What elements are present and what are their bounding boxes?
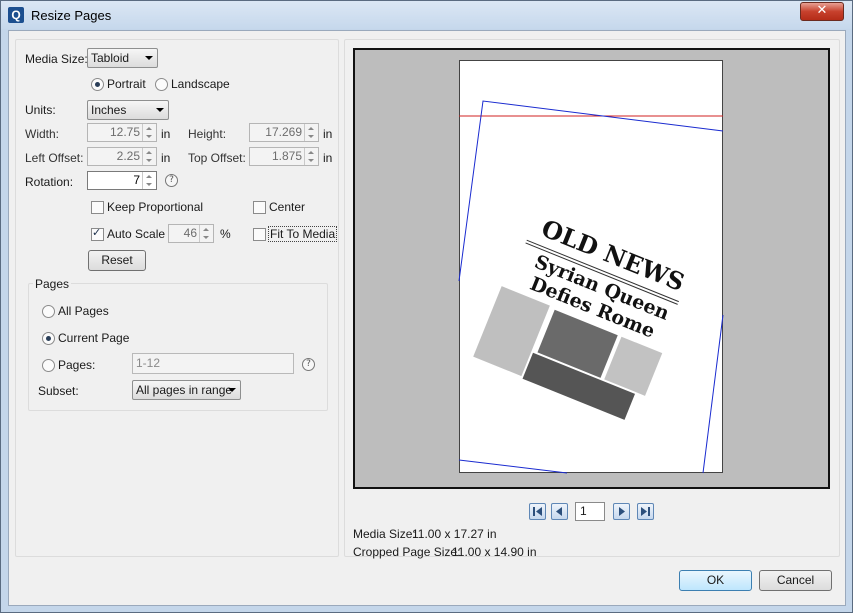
height-label: Height: bbox=[188, 127, 227, 141]
top-offset-spinner[interactable]: 1.875 bbox=[249, 147, 319, 166]
media-size-info-label: Media Size: bbox=[353, 527, 416, 541]
all-pages-label: All Pages bbox=[58, 304, 109, 318]
subset-select[interactable]: All pages in range bbox=[132, 380, 241, 400]
current-page-radio[interactable] bbox=[42, 332, 55, 345]
top-offset-unit: in bbox=[323, 151, 333, 165]
center-checkbox[interactable] bbox=[253, 201, 266, 214]
preview-canvas: OLD NEWS Syrian Queen Defies Rome bbox=[353, 48, 830, 489]
rotation-value: 7 bbox=[133, 173, 140, 187]
top-offset-value: 1.875 bbox=[271, 149, 302, 163]
percent-label: % bbox=[220, 227, 231, 241]
window-title: Resize Pages bbox=[31, 8, 112, 23]
pages-group-label: Pages bbox=[33, 277, 72, 291]
chevron-down-icon bbox=[228, 388, 236, 392]
spinner-arrows-icon[interactable] bbox=[142, 172, 156, 189]
spinner-arrows-icon[interactable] bbox=[142, 124, 156, 141]
pages-range-label: Pages: bbox=[58, 358, 96, 372]
current-page-label: Current Page bbox=[58, 331, 130, 345]
help-icon[interactable]: ? bbox=[165, 174, 178, 187]
left-offset-spinner[interactable]: 2.25 bbox=[87, 147, 157, 166]
fit-to-media-checkbox[interactable] bbox=[253, 228, 266, 241]
resize-pages-dialog: Q Resize Pages ✕ Media Size: Tabloid Por… bbox=[0, 0, 853, 613]
previous-page-icon bbox=[556, 507, 562, 516]
height-value: 17.269 bbox=[265, 125, 302, 139]
cropped-size-value: 11.00 x 14.90 in bbox=[452, 545, 537, 559]
height-unit: in bbox=[323, 127, 333, 141]
left-offset-unit: in bbox=[161, 151, 171, 165]
spinner-arrows-icon[interactable] bbox=[304, 148, 318, 165]
rotation-spinner[interactable]: 7 bbox=[87, 171, 157, 190]
auto-scale-label: Auto Scale bbox=[107, 227, 166, 241]
media-size-info-value: 11.00 x 17.27 in bbox=[412, 527, 497, 541]
first-page-icon bbox=[533, 507, 542, 516]
subset-value: All pages in range bbox=[136, 383, 233, 397]
rotation-label: Rotation: bbox=[25, 175, 74, 189]
top-offset-label: Top Offset: bbox=[188, 151, 246, 165]
preview-overlay: OLD NEWS Syrian Queen Defies Rome bbox=[458, 100, 724, 474]
left-offset-value: 2.25 bbox=[116, 149, 140, 163]
width-spinner[interactable]: 12.75 bbox=[87, 123, 157, 142]
width-value: 12.75 bbox=[109, 125, 140, 139]
auto-scale-value: 46 bbox=[183, 226, 197, 240]
auto-scale-spinner[interactable]: 46 bbox=[168, 224, 214, 243]
ok-button[interactable]: OK bbox=[679, 570, 752, 591]
center-label: Center bbox=[269, 200, 306, 214]
chevron-down-icon bbox=[145, 56, 153, 60]
chevron-down-icon bbox=[156, 108, 164, 112]
units-value: Inches bbox=[91, 103, 127, 117]
portrait-radio[interactable] bbox=[91, 78, 104, 91]
next-page-icon bbox=[619, 507, 625, 516]
media-size-value: Tabloid bbox=[91, 51, 130, 65]
keep-proportional-checkbox[interactable] bbox=[91, 201, 104, 214]
reset-button[interactable]: Reset bbox=[88, 250, 146, 271]
left-offset-label: Left Offset: bbox=[25, 151, 84, 165]
units-select[interactable]: Inches bbox=[87, 100, 169, 120]
previous-page-button[interactable] bbox=[551, 503, 568, 520]
settings-panel: Media Size: Tabloid Portrait Landscape U… bbox=[15, 39, 339, 557]
pages-range-input[interactable]: 1-12 bbox=[132, 353, 294, 374]
pages-range-radio[interactable] bbox=[42, 359, 55, 372]
units-label: Units: bbox=[25, 103, 56, 117]
app-logo-icon: Q bbox=[8, 7, 24, 23]
landscape-label: Landscape bbox=[171, 77, 230, 91]
spinner-arrows-icon[interactable] bbox=[199, 225, 213, 242]
first-page-button[interactable] bbox=[529, 503, 546, 520]
keep-proportional-label: Keep Proportional bbox=[107, 200, 204, 214]
dialog-client-area: Media Size: Tabloid Portrait Landscape U… bbox=[8, 30, 846, 606]
cancel-button[interactable]: Cancel bbox=[759, 570, 832, 591]
width-label: Width: bbox=[25, 127, 60, 141]
media-size-label: Media Size: bbox=[25, 52, 88, 66]
close-button[interactable]: ✕ bbox=[800, 2, 844, 21]
width-unit: in bbox=[161, 127, 171, 141]
last-page-button[interactable] bbox=[637, 503, 654, 520]
auto-scale-checkbox[interactable] bbox=[91, 226, 104, 241]
newspaper-image: OLD NEWS Syrian Queen Defies Rome bbox=[467, 203, 702, 428]
portrait-label: Portrait bbox=[107, 77, 146, 91]
preview-panel: OLD NEWS Syrian Queen Defies Rome 1 Medi… bbox=[344, 39, 840, 559]
spinner-arrows-icon[interactable] bbox=[304, 124, 318, 141]
fit-to-media-label: Fit To Media bbox=[268, 226, 338, 242]
height-spinner[interactable]: 17.269 bbox=[249, 123, 319, 142]
next-page-button[interactable] bbox=[613, 503, 630, 520]
all-pages-radio[interactable] bbox=[42, 305, 55, 318]
help-icon[interactable]: ? bbox=[302, 358, 315, 371]
subset-label: Subset: bbox=[38, 384, 79, 398]
landscape-radio[interactable] bbox=[155, 78, 168, 91]
last-page-icon bbox=[641, 507, 650, 516]
spinner-arrows-icon[interactable] bbox=[142, 148, 156, 165]
cropped-size-label: Cropped Page Size: bbox=[353, 545, 461, 559]
title-bar: Q Resize Pages ✕ bbox=[1, 1, 852, 29]
media-size-select[interactable]: Tabloid bbox=[87, 48, 158, 68]
page-number-input[interactable]: 1 bbox=[575, 502, 605, 521]
